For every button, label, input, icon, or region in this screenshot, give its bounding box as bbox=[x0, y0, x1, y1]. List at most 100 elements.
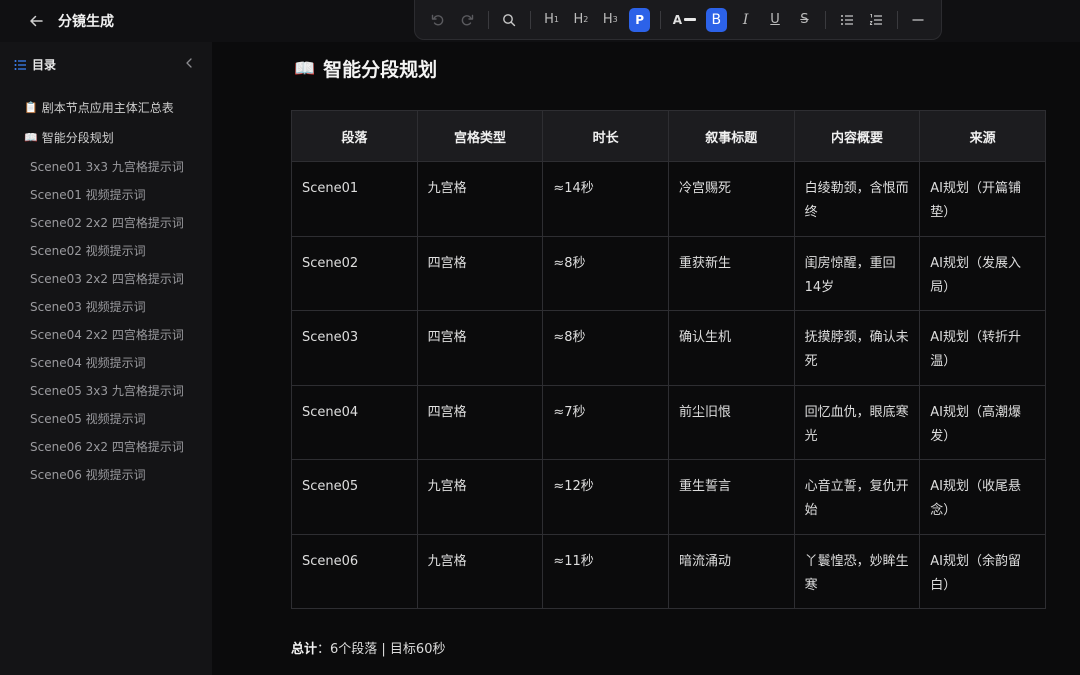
table-cell[interactable]: Scene03 bbox=[291, 310, 418, 386]
toolbar-divider bbox=[487, 10, 489, 29]
heading-3-level: 3 bbox=[612, 15, 618, 24]
page-title-text: 智能分段规划 bbox=[323, 59, 438, 81]
table-cell[interactable]: ≈8秒 bbox=[542, 235, 669, 311]
table-cell[interactable]: 回忆血仇，眼底寒光 bbox=[793, 384, 921, 460]
book-icon: 📖 bbox=[24, 131, 38, 144]
undo-icon bbox=[431, 14, 443, 25]
table-cell[interactable]: Scene01 bbox=[291, 161, 418, 237]
text-color-swatch bbox=[684, 18, 697, 21]
toc-item-label: 智能分段规划 bbox=[41, 131, 114, 145]
table-cell[interactable]: AI规划（余韵留白） bbox=[919, 533, 1046, 609]
italic-button[interactable]: I bbox=[736, 8, 756, 32]
heading-2-button[interactable]: H2 bbox=[571, 8, 591, 32]
toc-item-summary-table[interactable]: 📋 剧本节点应用主体汇总表 bbox=[24, 99, 174, 116]
toc-subitem[interactable]: Scene01 3x3 九宫格提示词 bbox=[30, 158, 184, 175]
app-title: 分镜生成 bbox=[58, 14, 114, 30]
table-cell[interactable]: 九宫格 bbox=[416, 533, 544, 609]
table-cell[interactable]: Scene02 bbox=[291, 235, 418, 311]
table-cell[interactable]: AI规划（高潮爆发） bbox=[919, 384, 1046, 460]
total-label: 总计 bbox=[291, 642, 318, 657]
table-cell[interactable]: 心音立誓，复仇开始 bbox=[793, 459, 921, 535]
column-header: 来源 bbox=[919, 110, 1046, 162]
toc-subitem[interactable]: Scene04 2x2 四宫格提示词 bbox=[30, 326, 184, 343]
toolbar-divider bbox=[529, 10, 531, 29]
toc-sidebar: 目录 📋 剧本节点应用主体汇总表 📖 智能分段规划 Scene01 3x3 九宫… bbox=[0, 42, 212, 675]
table-cell[interactable]: 重生誓言 bbox=[667, 459, 795, 535]
toc-subitem[interactable]: Scene02 2x2 四宫格提示词 bbox=[30, 214, 184, 231]
table-cell[interactable]: 白绫勒颈，含恨而终 bbox=[793, 161, 921, 237]
collapse-sidebar-button[interactable] bbox=[182, 55, 196, 71]
bold-button[interactable]: B bbox=[706, 7, 727, 32]
table-row: Scene05 九宫格 ≈12秒 重生誓言 心音立誓，复仇开始 AI规划（收尾悬… bbox=[291, 459, 1046, 535]
clipboard-icon: 📋 bbox=[24, 101, 38, 114]
text-color-label: A bbox=[672, 12, 683, 27]
table-cell[interactable]: 四宫格 bbox=[416, 384, 544, 460]
table-cell[interactable]: AI规划（发展入局） bbox=[919, 235, 1046, 311]
column-header: 段落 bbox=[291, 110, 418, 162]
table-cell[interactable]: ≈11秒 bbox=[542, 533, 669, 609]
table-cell[interactable]: Scene04 bbox=[291, 384, 418, 460]
redo-button[interactable] bbox=[457, 8, 477, 32]
table-cell[interactable]: 确认生机 bbox=[667, 310, 795, 386]
strikethrough-button[interactable]: S bbox=[794, 8, 814, 32]
table-cell[interactable]: 冷宫赐死 bbox=[667, 161, 795, 237]
search-icon bbox=[503, 13, 516, 26]
table-cell[interactable]: 四宫格 bbox=[416, 235, 544, 311]
toc-item-segment-planning[interactable]: 📖 智能分段规划 bbox=[24, 129, 114, 146]
toolbar-divider bbox=[660, 10, 662, 29]
table-cell[interactable]: Scene05 bbox=[291, 459, 418, 535]
heading-1-label: H bbox=[544, 12, 554, 27]
table-row: Scene03 四宫格 ≈8秒 确认生机 抚摸脖颈，确认未死 AI规划（转折升温… bbox=[291, 310, 1046, 386]
table-row: Scene02 四宫格 ≈8秒 重获新生 闺房惊醒，重回14岁 AI规划（发展入… bbox=[291, 235, 1046, 311]
table-cell[interactable]: AI规划（收尾悬念） bbox=[919, 459, 1046, 535]
table-header-row: 段落 宫格类型 时长 叙事标题 内容概要 来源 bbox=[291, 110, 1046, 162]
table-cell[interactable]: ≈12秒 bbox=[542, 459, 669, 535]
total-value: ：6个段落 | 目标60秒 bbox=[317, 642, 446, 657]
toc-subitem[interactable]: Scene06 2x2 四宫格提示词 bbox=[30, 438, 184, 455]
list-icon bbox=[14, 59, 26, 70]
back-button[interactable] bbox=[24, 9, 48, 33]
toc-item-label: 剧本节点应用主体汇总表 bbox=[41, 101, 174, 115]
table-cell[interactable]: 闺房惊醒，重回14岁 bbox=[793, 235, 921, 311]
heading-2-label: H bbox=[573, 12, 584, 27]
heading-1-button[interactable]: H1 bbox=[541, 8, 561, 32]
redo-icon bbox=[461, 14, 474, 25]
heading-3-button[interactable]: H3 bbox=[600, 8, 620, 32]
toc-subitem[interactable]: Scene06 视频提示词 bbox=[30, 466, 146, 483]
toc-subitem[interactable]: Scene05 3x3 九宫格提示词 bbox=[30, 382, 184, 399]
toc-subitem[interactable]: Scene02 视频提示词 bbox=[30, 242, 146, 259]
paragraph-button[interactable]: P bbox=[629, 7, 650, 32]
table-cell[interactable]: 丫鬟惶恐，妙眸生寒 bbox=[793, 533, 921, 609]
total-summary: 总计：6个段落 | 目标60秒 bbox=[291, 638, 445, 657]
text-color-button[interactable]: A bbox=[672, 8, 697, 32]
table-cell[interactable]: AI规划（转折升温） bbox=[919, 310, 1046, 386]
toc-subitem[interactable]: Scene04 视频提示词 bbox=[30, 354, 146, 371]
toc-subitem[interactable]: Scene03 2x2 四宫格提示词 bbox=[30, 270, 184, 287]
ordered-list-button[interactable] bbox=[866, 8, 886, 32]
table-cell[interactable]: ≈14秒 bbox=[542, 161, 669, 237]
toc-subitem[interactable]: Scene01 视频提示词 bbox=[30, 186, 146, 203]
table-cell[interactable]: ≈8秒 bbox=[542, 310, 669, 386]
table-cell[interactable]: ≈7秒 bbox=[542, 384, 669, 460]
page-title: 📖 智能分段规划 bbox=[294, 55, 437, 82]
table-cell[interactable]: 四宫格 bbox=[416, 310, 544, 386]
table-cell[interactable]: Scene06 bbox=[291, 533, 418, 609]
toc-subitem[interactable]: Scene05 视频提示词 bbox=[30, 410, 146, 427]
table-cell[interactable]: 九宫格 bbox=[416, 161, 544, 237]
toc-label: 目录 bbox=[32, 58, 57, 72]
table-cell[interactable]: 重获新生 bbox=[667, 235, 795, 311]
bullet-list-button[interactable] bbox=[836, 8, 856, 32]
heading-3-label: H bbox=[602, 12, 613, 27]
table-cell[interactable]: 暗流涌动 bbox=[667, 533, 795, 609]
toc-subitem[interactable]: Scene03 视频提示词 bbox=[30, 298, 146, 315]
chevron-left-icon bbox=[186, 58, 192, 68]
column-header: 叙事标题 bbox=[667, 110, 795, 162]
horizontal-rule-button[interactable] bbox=[908, 8, 928, 32]
search-button[interactable] bbox=[499, 8, 519, 32]
table-cell[interactable]: 九宫格 bbox=[416, 459, 544, 535]
table-cell[interactable]: 前尘旧恨 bbox=[667, 384, 795, 460]
undo-button[interactable] bbox=[428, 8, 448, 32]
underline-button[interactable]: U bbox=[765, 8, 785, 32]
table-cell[interactable]: 抚摸脖颈，确认未死 bbox=[793, 310, 921, 386]
table-cell[interactable]: AI规划（开篇铺垫） bbox=[919, 161, 1046, 237]
